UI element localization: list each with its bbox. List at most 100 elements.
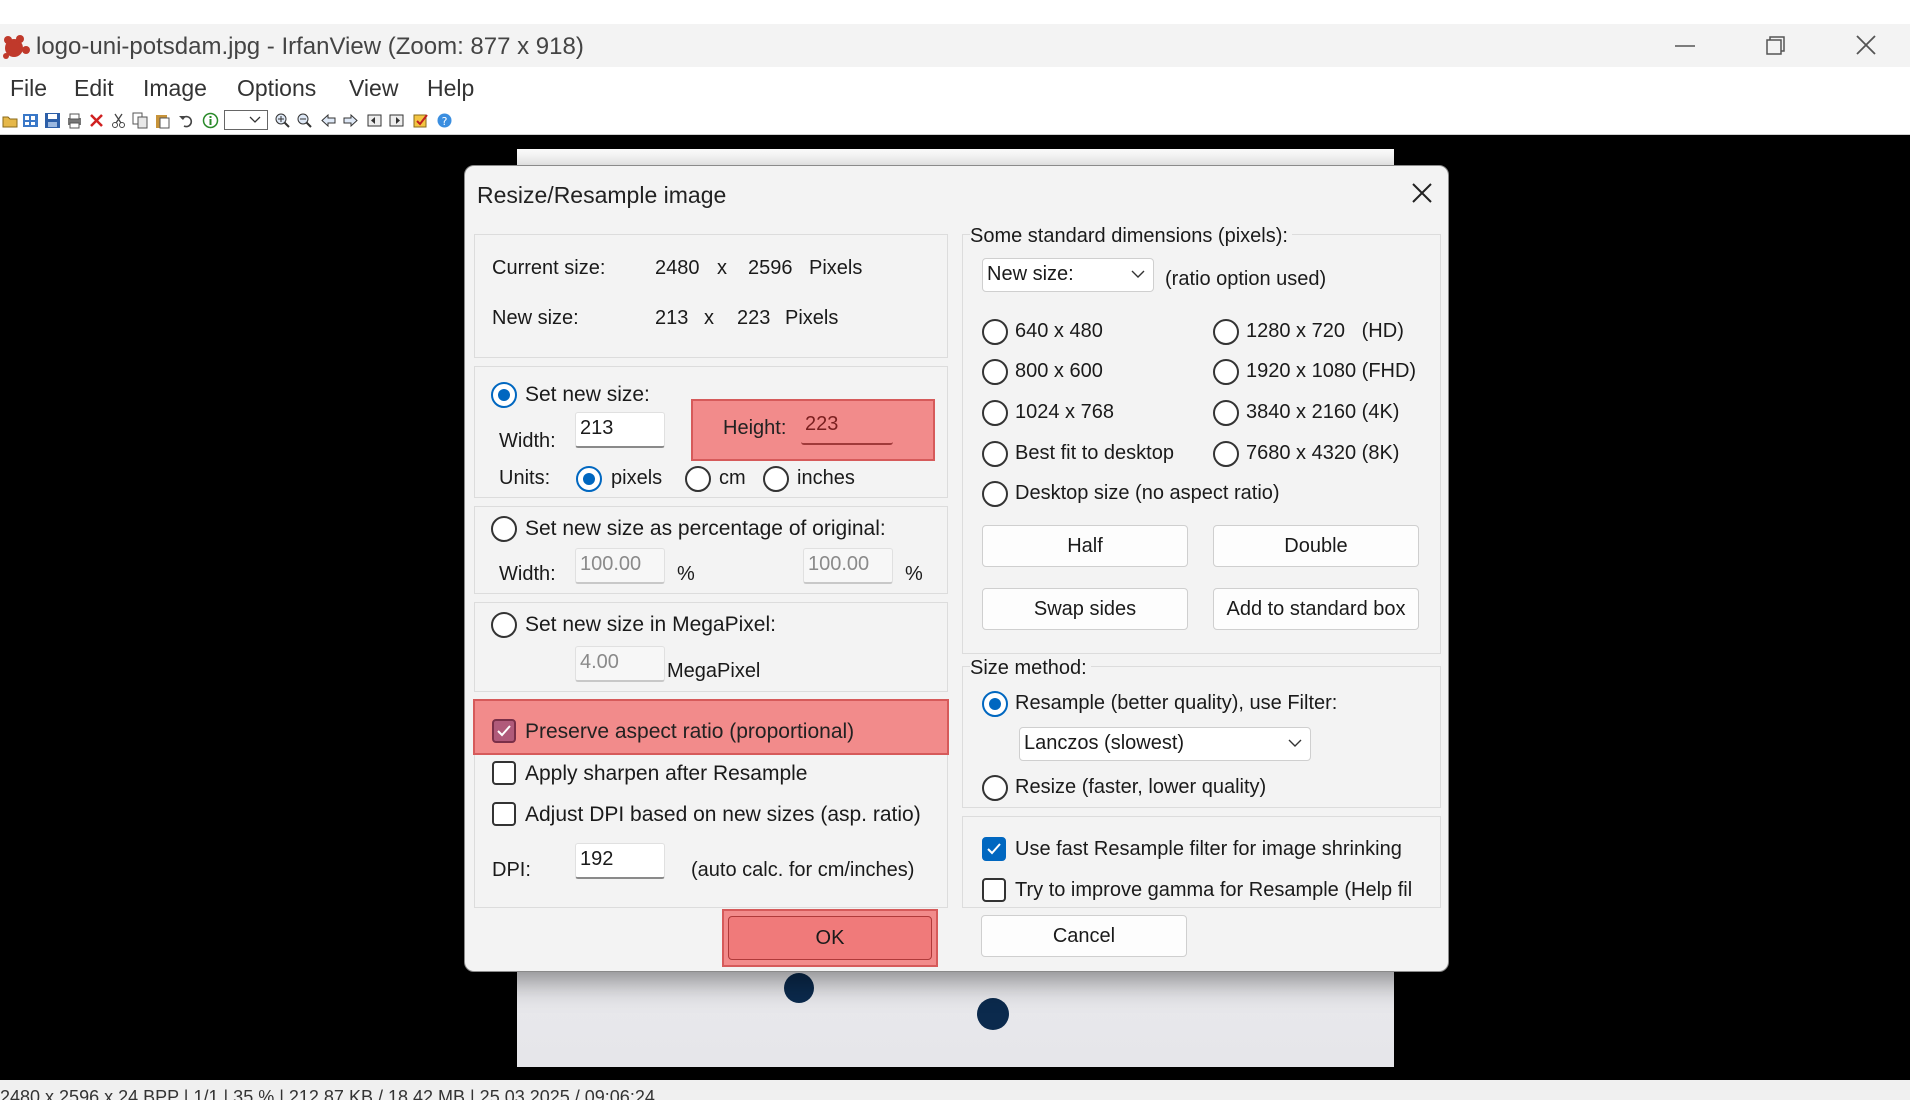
desktop-size-label: Desktop size (no aspect ratio): [1015, 482, 1280, 504]
save-icon[interactable]: [44, 112, 61, 129]
ok-button[interactable]: OK: [728, 916, 932, 960]
menu-help[interactable]: Help: [427, 75, 474, 102]
std-1024-label: 1024 x 768: [1015, 401, 1114, 423]
resample-label: Resample (better quality), use Filter:: [1015, 692, 1338, 714]
thumbnails-icon[interactable]: [22, 112, 39, 129]
svg-text:?: ?: [442, 115, 448, 128]
menu-image[interactable]: Image: [143, 75, 207, 102]
unit-cm-radio[interactable]: [685, 466, 711, 492]
close-icon[interactable]: [1846, 28, 1886, 64]
pct-sign: %: [677, 563, 695, 585]
unit-inches-radio[interactable]: [763, 466, 789, 492]
ok-highlight: OK: [722, 909, 938, 967]
unit-inches-label: inches: [797, 467, 855, 489]
best-fit-radio[interactable]: [982, 441, 1008, 467]
toolbar: ?: [0, 105, 1910, 135]
menu-options[interactable]: Options: [237, 75, 316, 102]
preserve-aspect-label: Preserve aspect ratio (proportional): [525, 720, 855, 743]
set-new-size-radio[interactable]: [491, 382, 517, 408]
copy-icon[interactable]: [132, 112, 149, 129]
pct-width-label: Width:: [499, 563, 556, 585]
info-icon[interactable]: [202, 112, 219, 129]
last-icon[interactable]: [388, 112, 405, 129]
height-input[interactable]: 223: [801, 409, 893, 445]
megapixel-input[interactable]: 4.00: [575, 646, 665, 682]
std-800-radio[interactable]: [982, 359, 1008, 385]
new-size-label: New size:: [492, 307, 579, 329]
dpi-hint: (auto calc. for cm/inches): [691, 859, 915, 881]
dialog-close-icon[interactable]: [1405, 176, 1439, 210]
next-icon[interactable]: [342, 112, 359, 129]
cut-icon[interactable]: [110, 112, 127, 129]
improve-gamma-checkbox[interactable]: [982, 878, 1006, 902]
resize-fast-radio[interactable]: [982, 775, 1008, 801]
height-highlight: Height: 223: [691, 399, 935, 461]
adjust-dpi-checkbox[interactable]: [492, 802, 516, 826]
paste-icon[interactable]: [154, 112, 171, 129]
std-3840-radio[interactable]: [1213, 400, 1239, 426]
width-input[interactable]: 213: [575, 412, 665, 448]
status-text: 2480 x 2596 x 24 BPP | 1/1 | 35 % | 212.…: [0, 1087, 655, 1100]
zoom-dropdown[interactable]: [224, 110, 268, 130]
std-1920-radio[interactable]: [1213, 359, 1239, 385]
options-panel: Preserve aspect ratio (proportional) App…: [473, 699, 949, 908]
swap-sides-button[interactable]: Swap sides: [982, 588, 1188, 630]
unit-pixels-radio[interactable]: [576, 466, 602, 492]
zoom-out-icon[interactable]: [296, 112, 313, 129]
set-megapixel-label: Set new size in MegaPixel:: [525, 613, 776, 636]
set-megapixel-radio[interactable]: [491, 612, 517, 638]
std-1024-radio[interactable]: [982, 400, 1008, 426]
undo-icon[interactable]: [178, 112, 195, 129]
checkmark-icon: [987, 843, 1001, 855]
set-percentage-radio[interactable]: [491, 516, 517, 542]
help-icon[interactable]: ?: [436, 112, 453, 129]
percentage-panel: Set new size as percentage of original: …: [474, 506, 948, 594]
half-button[interactable]: Half: [982, 525, 1188, 567]
set-new-size-label: Set new size:: [525, 383, 650, 406]
first-icon[interactable]: [366, 112, 383, 129]
desktop-size-radio[interactable]: [982, 481, 1008, 507]
resample-radio[interactable]: [982, 691, 1008, 717]
preserve-aspect-checkbox[interactable]: [492, 719, 516, 743]
improve-gamma-label: Try to improve gamma for Resample (Help …: [1015, 879, 1413, 901]
restore-icon[interactable]: [1754, 28, 1794, 64]
std-size-select[interactable]: New size:: [982, 258, 1154, 292]
filter-select[interactable]: Lanczos (slowest): [1019, 727, 1311, 761]
dpi-label: DPI:: [492, 859, 531, 881]
zoom-in-icon[interactable]: [274, 112, 291, 129]
std-1280-label: 1280 x 720 (HD): [1246, 320, 1404, 342]
use-fast-filter-checkbox[interactable]: [982, 837, 1006, 861]
logo-dot: [977, 998, 1009, 1030]
minimize-icon[interactable]: [1664, 28, 1704, 64]
double-button[interactable]: Double: [1213, 525, 1419, 567]
print-icon[interactable]: [66, 112, 83, 129]
size-method-title: Size method:: [970, 657, 1091, 680]
dpi-input[interactable]: 192: [575, 843, 665, 879]
menu-edit[interactable]: Edit: [74, 75, 114, 102]
window-title: logo-uni-potsdam.jpg - IrfanView (Zoom: …: [36, 33, 584, 60]
add-to-standard-button[interactable]: Add to standard box: [1213, 588, 1419, 630]
previous-icon[interactable]: [320, 112, 337, 129]
current-size-label: Current size:: [492, 257, 606, 279]
dialog-title: Resize/Resample image: [477, 182, 727, 208]
units-label: Units:: [499, 467, 551, 489]
pct-width-input[interactable]: 100.00: [575, 548, 665, 584]
paint-icon[interactable]: [412, 112, 429, 129]
open-icon[interactable]: [2, 112, 19, 129]
checkmark-icon: [497, 725, 511, 737]
std-7680-radio[interactable]: [1213, 441, 1239, 467]
std-640-radio[interactable]: [982, 319, 1008, 345]
menu-file[interactable]: File: [10, 75, 47, 102]
pct-height-input[interactable]: 100.00: [803, 548, 893, 584]
best-fit-label: Best fit to desktop: [1015, 442, 1174, 464]
pixels-unit: Pixels: [785, 307, 839, 329]
cancel-button[interactable]: Cancel: [981, 915, 1187, 957]
std-size-value: New size:: [987, 263, 1074, 285]
std-3840-label: 3840 x 2160 (4K): [1246, 401, 1400, 423]
delete-icon[interactable]: [88, 112, 105, 129]
menu-view[interactable]: View: [349, 75, 398, 102]
apply-sharpen-checkbox[interactable]: [492, 761, 516, 785]
std-1280-radio[interactable]: [1213, 319, 1239, 345]
apply-sharpen-label: Apply sharpen after Resample: [525, 762, 808, 785]
std-ratio-hint: (ratio option used): [1165, 268, 1327, 290]
